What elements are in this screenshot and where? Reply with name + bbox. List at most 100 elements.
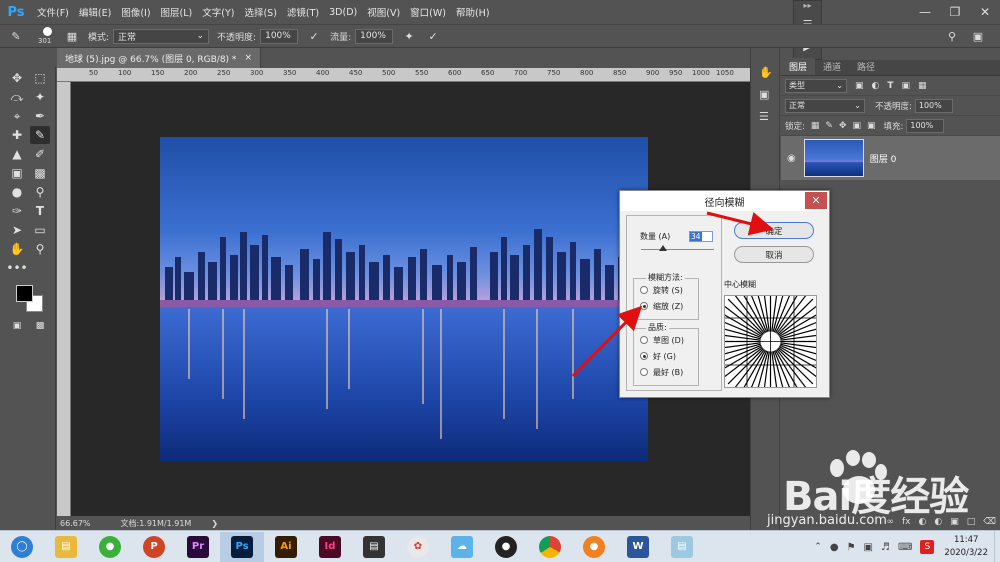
pressure-opacity-icon[interactable]: ✓ xyxy=(306,28,322,44)
gradient-tool-icon[interactable]: ▩ xyxy=(30,164,50,182)
taskbar-file-explorer[interactable]: ▤ xyxy=(44,532,88,562)
move-tool-icon[interactable]: ✥ xyxy=(7,69,27,87)
flow-field[interactable]: 100% xyxy=(355,28,394,44)
hand-tool-icon[interactable]: ✋ xyxy=(7,240,27,258)
rectangle-tool-icon[interactable]: ▭ xyxy=(30,221,50,239)
adjustment-layer-icon[interactable]: ◐ xyxy=(934,517,942,527)
radio-spin-label[interactable]: 旋转 (S) xyxy=(653,285,683,296)
clone-stamp-tool-icon[interactable]: ▲ xyxy=(7,145,27,163)
brush-tool-icon[interactable]: ✎ xyxy=(30,126,50,144)
lock-all-icon[interactable]: ▣ xyxy=(867,121,876,131)
amount-slider-track[interactable] xyxy=(641,249,714,250)
taskbar-cloud-app[interactable]: ☁ xyxy=(440,532,484,562)
lock-artboard-icon[interactable]: ▣ xyxy=(852,121,861,131)
minimize-icon[interactable]: — xyxy=(910,0,940,24)
taskbar-paint-app[interactable]: ✿ xyxy=(396,532,440,562)
cancel-button[interactable]: 取消 xyxy=(734,246,814,263)
filter-kind-select[interactable]: 类型 ⌄ xyxy=(785,78,847,93)
close-icon[interactable]: ✕ xyxy=(805,192,827,209)
layer-row[interactable]: ◉ 图层 0 xyxy=(781,136,1000,180)
tray-keyboard-icon[interactable]: ⌨ xyxy=(898,542,912,553)
tray-ime-icon[interactable]: S xyxy=(920,540,935,554)
radio-spin[interactable] xyxy=(640,286,648,294)
trash-icon[interactable]: ⌫ xyxy=(983,517,996,527)
radio-zoom[interactable] xyxy=(640,302,648,310)
history-brush-tool-icon[interactable]: ✐ xyxy=(30,145,50,163)
taskbar-qq[interactable]: ● xyxy=(484,532,528,562)
filter-type-icon[interactable]: T xyxy=(887,81,893,91)
opacity-field[interactable]: 100% xyxy=(260,28,299,44)
menu-select[interactable]: 选择(S) xyxy=(239,5,281,19)
lasso-tool-icon[interactable]: ⤼ xyxy=(7,88,27,106)
zoom-tool-icon[interactable]: ⚲ xyxy=(30,240,50,258)
canvas-image[interactable] xyxy=(160,137,648,462)
crop-tool-icon[interactable]: ⌖ xyxy=(7,107,27,125)
adjustments-panel-icon[interactable]: ☰ xyxy=(759,110,769,123)
magic-wand-tool-icon[interactable]: ✦ xyxy=(30,88,50,106)
airbrush-icon[interactable]: ✦ xyxy=(401,28,417,44)
fill-field[interactable]: 100% xyxy=(906,118,945,133)
tray-flag-icon[interactable]: ⚑ xyxy=(847,542,856,553)
menu-layer[interactable]: 图层(L) xyxy=(156,5,198,19)
document-tab[interactable]: 地球 (5).jpg @ 66.7% (图层 0, RGB/8) * × xyxy=(57,48,261,68)
filter-adjustment-icon[interactable]: ◐ xyxy=(872,81,880,91)
tray-expand-icon[interactable]: ⌃ xyxy=(814,542,822,552)
dodge-tool-icon[interactable]: ⚲ xyxy=(30,183,50,201)
more-tools-icon[interactable]: ••• xyxy=(6,259,27,277)
radio-draft[interactable] xyxy=(640,336,648,344)
amount-slider-thumb[interactable] xyxy=(659,245,667,251)
status-menu-icon[interactable]: ❯ xyxy=(211,519,218,528)
menu-image[interactable]: 图像(I) xyxy=(116,5,155,19)
taskbar-photoshop[interactable]: Ps xyxy=(220,531,264,562)
tab-layers[interactable]: 图层 xyxy=(781,58,816,75)
radio-zoom-label[interactable]: 缩放 (Z) xyxy=(653,301,683,312)
radio-good[interactable] xyxy=(640,352,648,360)
eraser-tool-icon[interactable]: ▣ xyxy=(7,164,27,182)
link-layers-icon[interactable]: ∞ xyxy=(887,517,895,527)
pressure-size-icon[interactable]: ✓ xyxy=(425,28,441,44)
taskbar-video-app[interactable]: ▤ xyxy=(352,532,396,562)
brush-preset-picker[interactable]: 301 xyxy=(38,26,56,46)
blur-tool-icon[interactable]: ● xyxy=(7,183,27,201)
taskbar-notes[interactable]: ▤ xyxy=(660,532,704,562)
radio-best-label[interactable]: 最好 (B) xyxy=(653,367,683,378)
taskbar-word[interactable]: W xyxy=(616,532,660,562)
type-tool-icon[interactable]: T xyxy=(30,202,50,220)
lock-position-icon[interactable]: ✥ xyxy=(839,121,847,131)
history-panel-icon[interactable]: ✋ xyxy=(759,66,773,79)
filter-smart-object-icon[interactable]: ▦ xyxy=(918,81,927,91)
path-selection-tool-icon[interactable]: ➤ xyxy=(7,221,27,239)
tray-user-icon[interactable]: ● xyxy=(830,542,839,553)
healing-brush-tool-icon[interactable]: ✚ xyxy=(7,126,27,144)
search-icon[interactable]: ⚲ xyxy=(944,28,960,44)
menu-help[interactable]: 帮助(H) xyxy=(451,5,495,19)
properties-panel-icon[interactable]: ▣ xyxy=(759,88,769,101)
pen-tool-icon[interactable]: ✑ xyxy=(7,202,27,220)
clock[interactable]: 11:47 2020/3/22 xyxy=(938,534,994,560)
lock-transparency-icon[interactable]: ▦ xyxy=(811,121,820,131)
taskbar-illustrator[interactable]: Ai xyxy=(264,532,308,562)
ok-button[interactable]: 确定 xyxy=(734,222,814,239)
zoom-level[interactable]: 66.67% xyxy=(60,519,91,528)
taskbar-orange-app[interactable]: ● xyxy=(572,532,616,562)
filter-pixel-icon[interactable]: ▣ xyxy=(855,81,864,91)
show-desktop-button[interactable] xyxy=(994,531,1000,562)
lock-pixels-icon[interactable]: ✎ xyxy=(825,121,833,131)
menu-type[interactable]: 文字(Y) xyxy=(197,5,239,19)
menu-3d[interactable]: 3D(D) xyxy=(324,7,362,18)
taskbar-indesign[interactable]: Id xyxy=(308,532,352,562)
eyedropper-tool-icon[interactable]: ✒ xyxy=(30,107,50,125)
menu-window[interactable]: 窗口(W) xyxy=(405,5,451,19)
menu-filter[interactable]: 滤镜(T) xyxy=(282,5,324,19)
blend-mode-select[interactable]: 正常 ⌄ xyxy=(785,98,865,113)
tab-paths[interactable]: 路径 xyxy=(849,58,883,75)
menu-view[interactable]: 视图(V) xyxy=(362,5,405,19)
filter-shape-icon[interactable]: ▣ xyxy=(902,81,911,91)
taskbar-powerpoint[interactable]: P xyxy=(132,532,176,562)
taskbar-chrome[interactable] xyxy=(528,532,572,562)
foreground-color-swatch[interactable] xyxy=(16,285,33,302)
screen-mode-icon[interactable]: ▩ xyxy=(30,317,50,335)
layer-name[interactable]: 图层 0 xyxy=(870,152,897,165)
amount-input[interactable]: 34 xyxy=(689,231,713,242)
taskbar-wechat[interactable]: ● xyxy=(88,532,132,562)
